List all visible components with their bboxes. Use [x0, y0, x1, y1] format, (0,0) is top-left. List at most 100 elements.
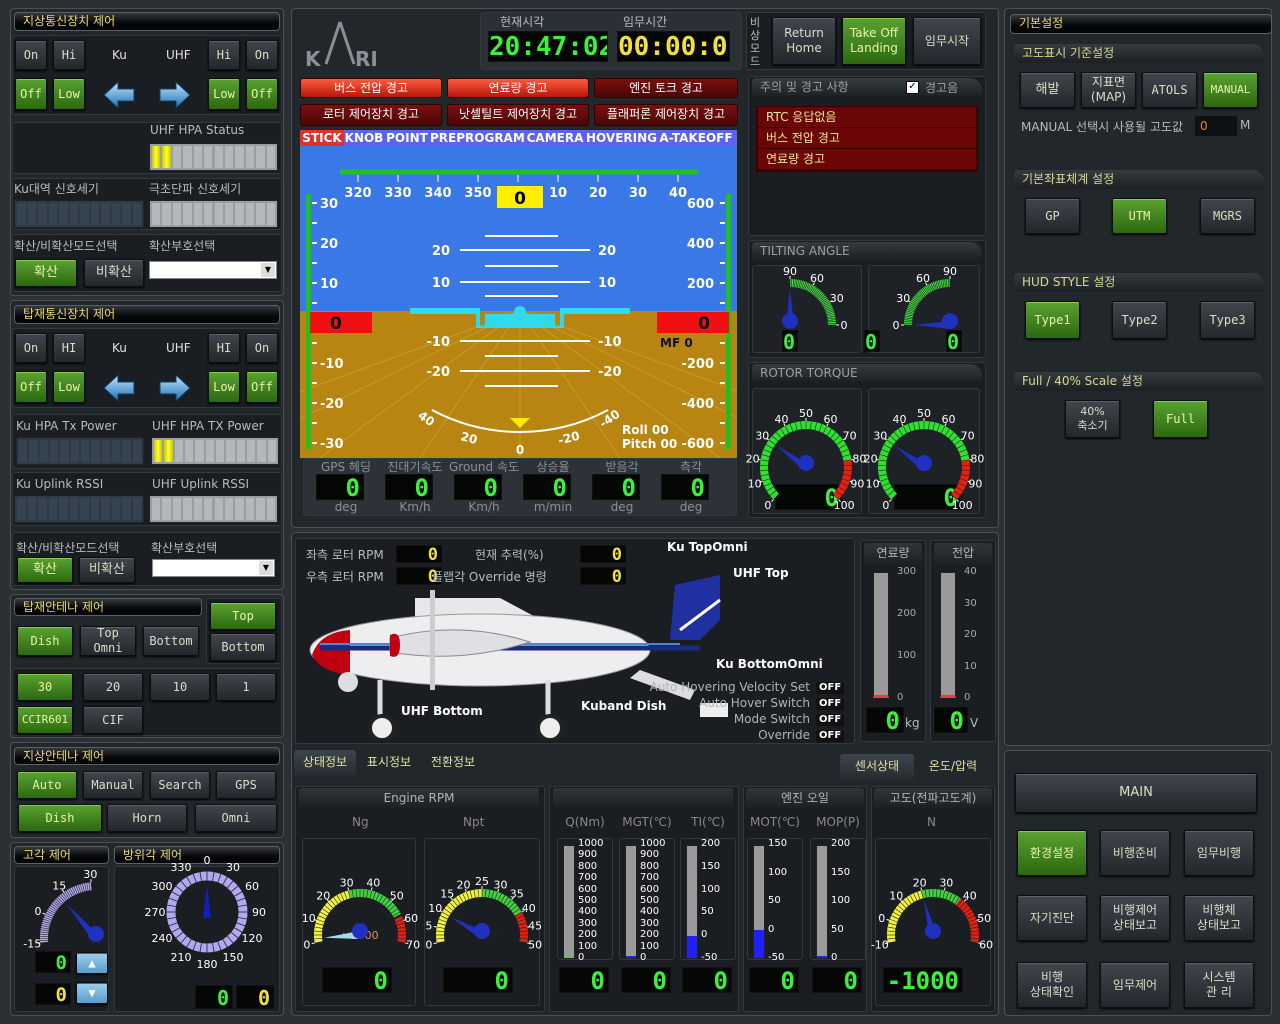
spread-code-select[interactable]: ▼ — [152, 559, 275, 577]
bar-segment — [152, 498, 161, 520]
omni-button[interactable]: Omni — [195, 804, 277, 832]
mode-stick[interactable]: STICK — [300, 130, 344, 146]
horn-button[interactable]: Horn — [107, 804, 187, 832]
nav-item-4[interactable]: 비행제어 상태보고 — [1100, 895, 1170, 941]
q-tick-label: 600 — [578, 883, 598, 895]
scale-full-button[interactable]: Full — [1153, 400, 1208, 438]
uhf-hi-button[interactable]: Hi — [208, 40, 240, 70]
nav-item-6[interactable]: 비행 상태확인 — [1017, 962, 1087, 1008]
dish-button[interactable]: Dish — [18, 804, 102, 832]
hud-type3-button[interactable]: Type3 — [1200, 301, 1255, 339]
arrow-left-icon[interactable] — [102, 373, 136, 403]
tab-2[interactable]: 전환정보 — [422, 750, 484, 776]
arrow-right-icon[interactable] — [158, 80, 192, 110]
uhf-hi-button[interactable]: HI — [208, 333, 240, 363]
tilt-middle-readout: 0 — [864, 330, 880, 352]
bottom-button[interactable]: Bottom — [210, 633, 276, 661]
nav-item-3[interactable]: 자기진단 — [1017, 895, 1087, 941]
alt-sea-button[interactable]: 해발 — [1020, 72, 1075, 108]
alt-manual-button[interactable]: MANUAL — [1203, 72, 1258, 108]
top-button[interactable]: Top — [210, 602, 276, 630]
uhf-on-button[interactable]: On — [246, 40, 278, 70]
fps-20-button[interactable]: 20 — [83, 673, 143, 701]
manual-alt-input[interactable]: 0 — [1195, 116, 1237, 136]
spread-button[interactable]: 확산 — [15, 259, 77, 287]
elevation-up-button[interactable]: ▲ — [76, 952, 108, 974]
scale-40-button[interactable]: 40% 축소기 — [1065, 400, 1120, 438]
flight-data-readout: 0 — [385, 474, 433, 500]
chevron-down-icon[interactable]: ▼ — [259, 561, 273, 575]
tab-0[interactable]: 상태정보 — [294, 750, 356, 776]
fps-1-button[interactable]: 1 — [216, 673, 276, 701]
tab-right-0[interactable]: 센서상태 — [840, 754, 914, 780]
bottom-button[interactable]: Bottom — [143, 626, 199, 656]
uhf-on-button[interactable]: On — [246, 333, 278, 363]
mode-camera[interactable]: CAMERA — [524, 130, 586, 146]
ku-off-button[interactable]: Off — [15, 78, 47, 110]
dish-button[interactable]: Dish — [17, 626, 73, 656]
spread-button[interactable]: 확산 — [17, 557, 73, 583]
nav-item-0[interactable]: 환경설정 — [1017, 830, 1087, 876]
ku-low-button[interactable]: Low — [53, 371, 85, 403]
gps-button[interactable]: GPS — [216, 771, 276, 799]
nav-item-8[interactable]: 시스템 관 리 — [1184, 962, 1254, 1008]
chevron-down-icon[interactable]: ▼ — [261, 263, 275, 277]
coord-gp-button[interactable]: GP — [1025, 198, 1080, 234]
nonspread-button[interactable]: 비확산 — [84, 259, 144, 287]
arrow-right-icon[interactable] — [158, 373, 192, 403]
flight-data-readout: 0 — [592, 474, 640, 500]
nav-item-1[interactable]: 비행준비 — [1100, 830, 1170, 876]
uhf-off-button[interactable]: Off — [246, 371, 278, 403]
elevation-down-button[interactable]: ▼ — [76, 982, 108, 1004]
uhf-low-button[interactable]: Low — [208, 78, 240, 110]
coord-mgrs-button[interactable]: MGRS — [1200, 198, 1255, 234]
hud-type2-button[interactable]: Type2 — [1112, 301, 1167, 339]
return-home-button[interactable]: Return Home — [772, 17, 836, 65]
bar-segment — [48, 203, 57, 225]
spread-code-select[interactable]: ▼ — [149, 261, 277, 279]
coord-utm-button[interactable]: UTM — [1112, 198, 1167, 234]
ku-on-button[interactable]: On — [15, 40, 47, 70]
ti-bar-fill — [687, 935, 697, 958]
ccir601-button[interactable]: CCIR601 — [17, 706, 73, 734]
main-button[interactable]: MAIN — [1015, 773, 1257, 813]
nonspread-button[interactable]: 비확산 — [79, 557, 135, 583]
roll-tick-label: 0 — [516, 443, 524, 457]
uhf-low-button[interactable]: Low — [208, 371, 240, 403]
auto-button[interactable]: Auto — [17, 771, 77, 799]
fps-30-button[interactable]: 30 — [17, 673, 73, 701]
cif-button[interactable]: CIF — [83, 706, 143, 734]
flight-data-readout: 0 — [316, 474, 364, 500]
mode-point[interactable]: POINT — [384, 130, 430, 146]
nav-item-5[interactable]: 비행체 상태보고 — [1184, 895, 1254, 941]
ku-low-button[interactable]: Low — [53, 78, 85, 110]
tab-right-1[interactable]: 온도/압력 — [916, 754, 990, 780]
mode-hovering[interactable]: HOVERING — [586, 130, 657, 146]
takeoff-landing-button[interactable]: Take Off Landing — [842, 17, 906, 65]
ku-hi-button[interactable]: Hi — [53, 40, 85, 70]
sound-checkbox[interactable]: ✓ — [906, 81, 919, 94]
mode-knob[interactable]: KNOB — [344, 130, 384, 146]
mode-preprogram[interactable]: PREPROGRAM — [430, 130, 525, 146]
top-omni-button[interactable]: Top Omni — [80, 626, 136, 656]
bar-segment — [111, 498, 120, 520]
fps-10-button[interactable]: 10 — [150, 673, 210, 701]
alt-map-button[interactable]: 지표면 (MAP) — [1081, 72, 1136, 108]
ku-off-button[interactable]: Off — [15, 371, 47, 403]
uhf-off-button[interactable]: Off — [246, 78, 278, 110]
nav-item-7[interactable]: 임무제어 — [1100, 962, 1170, 1008]
ku-on-button[interactable]: On — [15, 333, 47, 363]
tab-1[interactable]: 표시정보 — [358, 750, 420, 776]
altitude-scale-label: -200 — [681, 357, 714, 372]
mission-start-button[interactable]: 임무시작 — [913, 17, 981, 65]
ku-hi-button[interactable]: HI — [53, 333, 85, 363]
mode-a-takeoff[interactable]: A-TAKEOFF — [656, 130, 736, 146]
nav-item-2[interactable]: 임무비행 — [1184, 830, 1254, 876]
search-button[interactable]: Search — [150, 771, 210, 799]
alt-atols-button[interactable]: ATOLS — [1142, 72, 1197, 108]
manual-button[interactable]: Manual — [83, 771, 143, 799]
altimeter-title: 고도(전파고도계) — [874, 788, 992, 808]
arrow-left-icon[interactable] — [102, 80, 136, 110]
flap-readout: 0 — [580, 567, 626, 585]
hud-type1-button[interactable]: Type1 — [1025, 301, 1080, 339]
